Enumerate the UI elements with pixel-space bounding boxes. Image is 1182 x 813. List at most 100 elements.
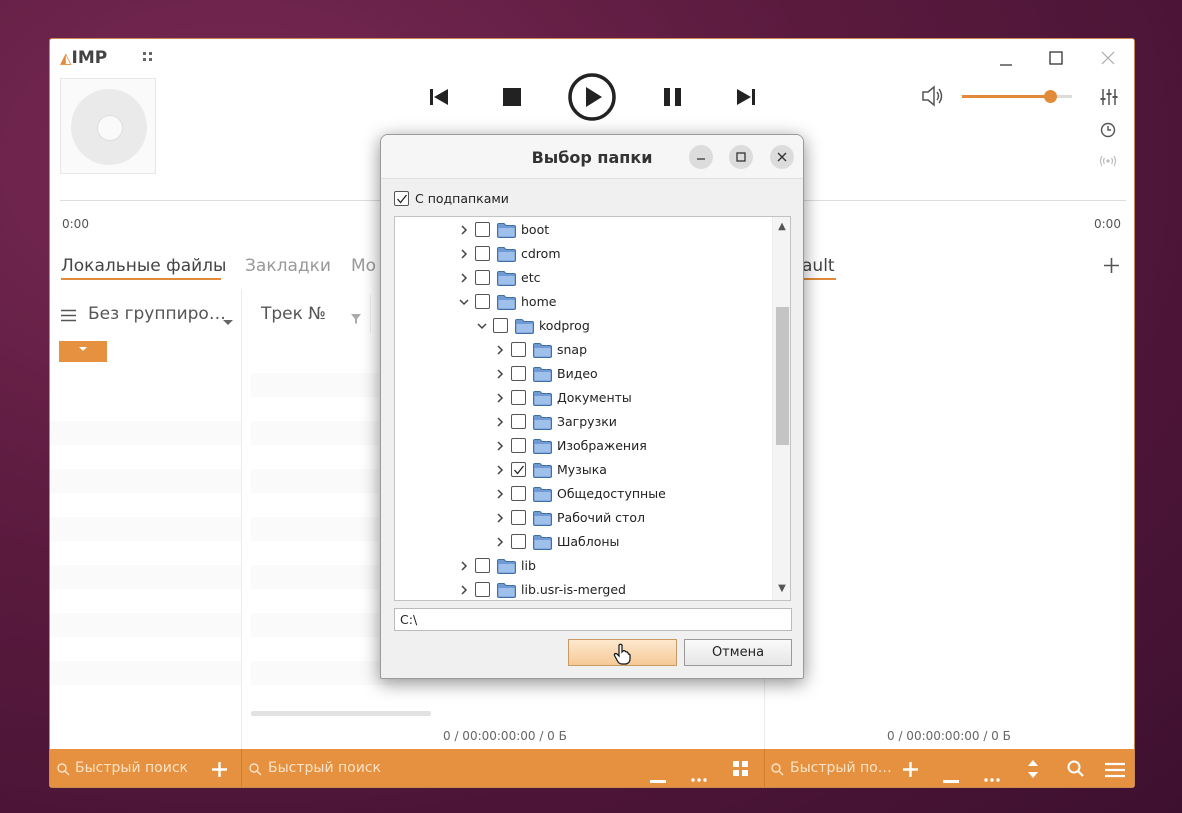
quick-search-input-2[interactable]: Быстрый поиск xyxy=(268,760,381,776)
folder-path-input[interactable]: C:\ xyxy=(394,608,792,631)
next-track-button[interactable] xyxy=(736,87,756,107)
playlist-more-button[interactable] xyxy=(984,767,1000,786)
ok-button[interactable] xyxy=(568,639,677,666)
tree-row-checkbox[interactable] xyxy=(475,222,490,237)
search-icon xyxy=(57,761,70,780)
tree-row[interactable]: Документы xyxy=(395,386,790,410)
stop-button[interactable] xyxy=(502,87,522,107)
chevron-right-icon[interactable] xyxy=(495,536,505,548)
cancel-button[interactable]: Отмена xyxy=(684,639,792,666)
tree-row-checkbox[interactable] xyxy=(493,318,508,333)
dialog-maximize-button[interactable] xyxy=(729,145,753,169)
prev-track-button[interactable] xyxy=(429,87,449,107)
tab-bookmarks[interactable]: Закладки xyxy=(245,256,331,276)
sort-button[interactable] xyxy=(1028,760,1038,782)
chevron-right-icon[interactable] xyxy=(495,392,505,404)
tree-row-label: Изображения xyxy=(557,438,647,453)
add-files-button[interactable] xyxy=(211,761,228,782)
tree-row[interactable]: lib xyxy=(395,554,790,578)
tree-row-checkbox[interactable] xyxy=(511,534,526,549)
tree-row[interactable]: home xyxy=(395,290,790,314)
tree-row-checkbox[interactable] xyxy=(511,342,526,357)
track-filter-icon[interactable] xyxy=(351,309,361,328)
tree-row-checkbox[interactable] xyxy=(511,486,526,501)
tree-row-checkbox[interactable] xyxy=(511,438,526,453)
tab-default-playlist[interactable]: ault xyxy=(802,256,835,276)
chevron-right-icon[interactable] xyxy=(459,560,469,572)
chevron-right-icon[interactable] xyxy=(459,584,469,596)
tree-row-checkbox[interactable] xyxy=(475,558,490,573)
tree-row-checkbox[interactable] xyxy=(475,270,490,285)
pause-button[interactable] xyxy=(663,87,683,107)
minimize-icon xyxy=(697,158,705,160)
close-button[interactable] xyxy=(1101,50,1115,69)
tree-row[interactable]: etc xyxy=(395,266,790,290)
volume-slider-thumb[interactable] xyxy=(1044,90,1057,103)
dialog-close-button[interactable] xyxy=(770,145,794,169)
remove-button[interactable] xyxy=(650,768,666,787)
folder-tree[interactable]: ▲ ▼ boot cdrom etc home kodprog snap Видео Доку… xyxy=(394,216,791,601)
tree-row-checkbox[interactable] xyxy=(511,414,526,429)
quick-search-input-3[interactable]: Быстрый по… xyxy=(790,760,892,776)
tree-row-checkbox[interactable] xyxy=(511,510,526,525)
tree-row-label: Общедоступные xyxy=(557,486,666,501)
tree-row-checkbox[interactable] xyxy=(475,246,490,261)
tree-row[interactable]: kodprog xyxy=(395,314,790,338)
group-collapse-toggle[interactable] xyxy=(59,341,107,362)
volume-button[interactable] xyxy=(921,85,945,111)
scheduler-button[interactable] xyxy=(1100,122,1116,142)
main-menu-button[interactable] xyxy=(1105,762,1125,782)
grouping-menu-icon[interactable] xyxy=(61,307,76,326)
play-button[interactable] xyxy=(568,73,616,121)
tree-row-checkbox[interactable] xyxy=(511,366,526,381)
tree-row[interactable]: Загрузки xyxy=(395,410,790,434)
chevron-right-icon[interactable] xyxy=(495,488,505,500)
tree-row-label: lib xyxy=(521,558,536,573)
chevron-right-icon[interactable] xyxy=(495,344,505,356)
tree-row[interactable]: Шаблоны xyxy=(395,530,790,554)
add-playlist-button[interactable] xyxy=(1103,257,1120,278)
tree-row[interactable]: Видео xyxy=(395,362,790,386)
chevron-right-icon[interactable] xyxy=(459,272,469,284)
subfolders-checkbox[interactable] xyxy=(394,191,409,206)
tree-row-checkbox[interactable] xyxy=(475,582,490,597)
grid-view-button[interactable] xyxy=(733,761,748,780)
chevron-right-icon[interactable] xyxy=(495,512,505,524)
chevron-right-icon[interactable] xyxy=(495,440,505,452)
playlist-search-button[interactable] xyxy=(1067,760,1084,781)
chevron-right-icon[interactable] xyxy=(495,416,505,428)
chevron-right-icon[interactable] xyxy=(459,224,469,236)
chevron-right-icon[interactable] xyxy=(495,464,505,476)
equalizer-button[interactable] xyxy=(1099,88,1119,110)
tree-row[interactable]: lib.usr-is-merged xyxy=(395,578,790,600)
tree-row[interactable]: Музыка xyxy=(395,458,790,482)
tree-row[interactable]: snap xyxy=(395,338,790,362)
tree-row[interactable]: Изображения xyxy=(395,434,790,458)
horizontal-scrollbar[interactable] xyxy=(251,711,431,716)
minimize-button[interactable] xyxy=(999,57,1013,76)
tree-row[interactable]: cdrom xyxy=(395,242,790,266)
track-number-column[interactable]: Трек № xyxy=(261,304,326,324)
chevron-right-icon[interactable] xyxy=(495,368,505,380)
tab-local-files[interactable]: Локальные файлы xyxy=(61,256,226,276)
more-button[interactable] xyxy=(691,767,707,786)
grouping-dropdown-icon[interactable] xyxy=(223,311,233,330)
chevron-down-icon[interactable] xyxy=(459,296,469,308)
tree-row[interactable]: Рабочий стол xyxy=(395,506,790,530)
grouping-selector[interactable]: Без группиро… xyxy=(88,304,226,324)
dialog-minimize-button[interactable] xyxy=(689,145,713,169)
tree-row-checkbox[interactable] xyxy=(511,462,526,477)
chevron-right-icon[interactable] xyxy=(459,248,469,260)
remove-from-playlist-button[interactable] xyxy=(943,768,959,787)
tree-row[interactable]: Общедоступные xyxy=(395,482,790,506)
quick-search-input-1[interactable]: Быстрый поиск xyxy=(75,760,188,776)
tree-row[interactable]: boot xyxy=(395,218,790,242)
chevron-down-icon[interactable] xyxy=(477,320,487,332)
maximize-button[interactable] xyxy=(1049,50,1063,69)
tree-row-checkbox[interactable] xyxy=(511,390,526,405)
add-to-playlist-button[interactable] xyxy=(902,761,919,782)
tree-row-checkbox[interactable] xyxy=(475,294,490,309)
tab-my-music[interactable]: Мо xyxy=(351,256,376,276)
radio-button[interactable] xyxy=(1099,153,1117,172)
drag-grip-icon[interactable] xyxy=(143,52,155,64)
